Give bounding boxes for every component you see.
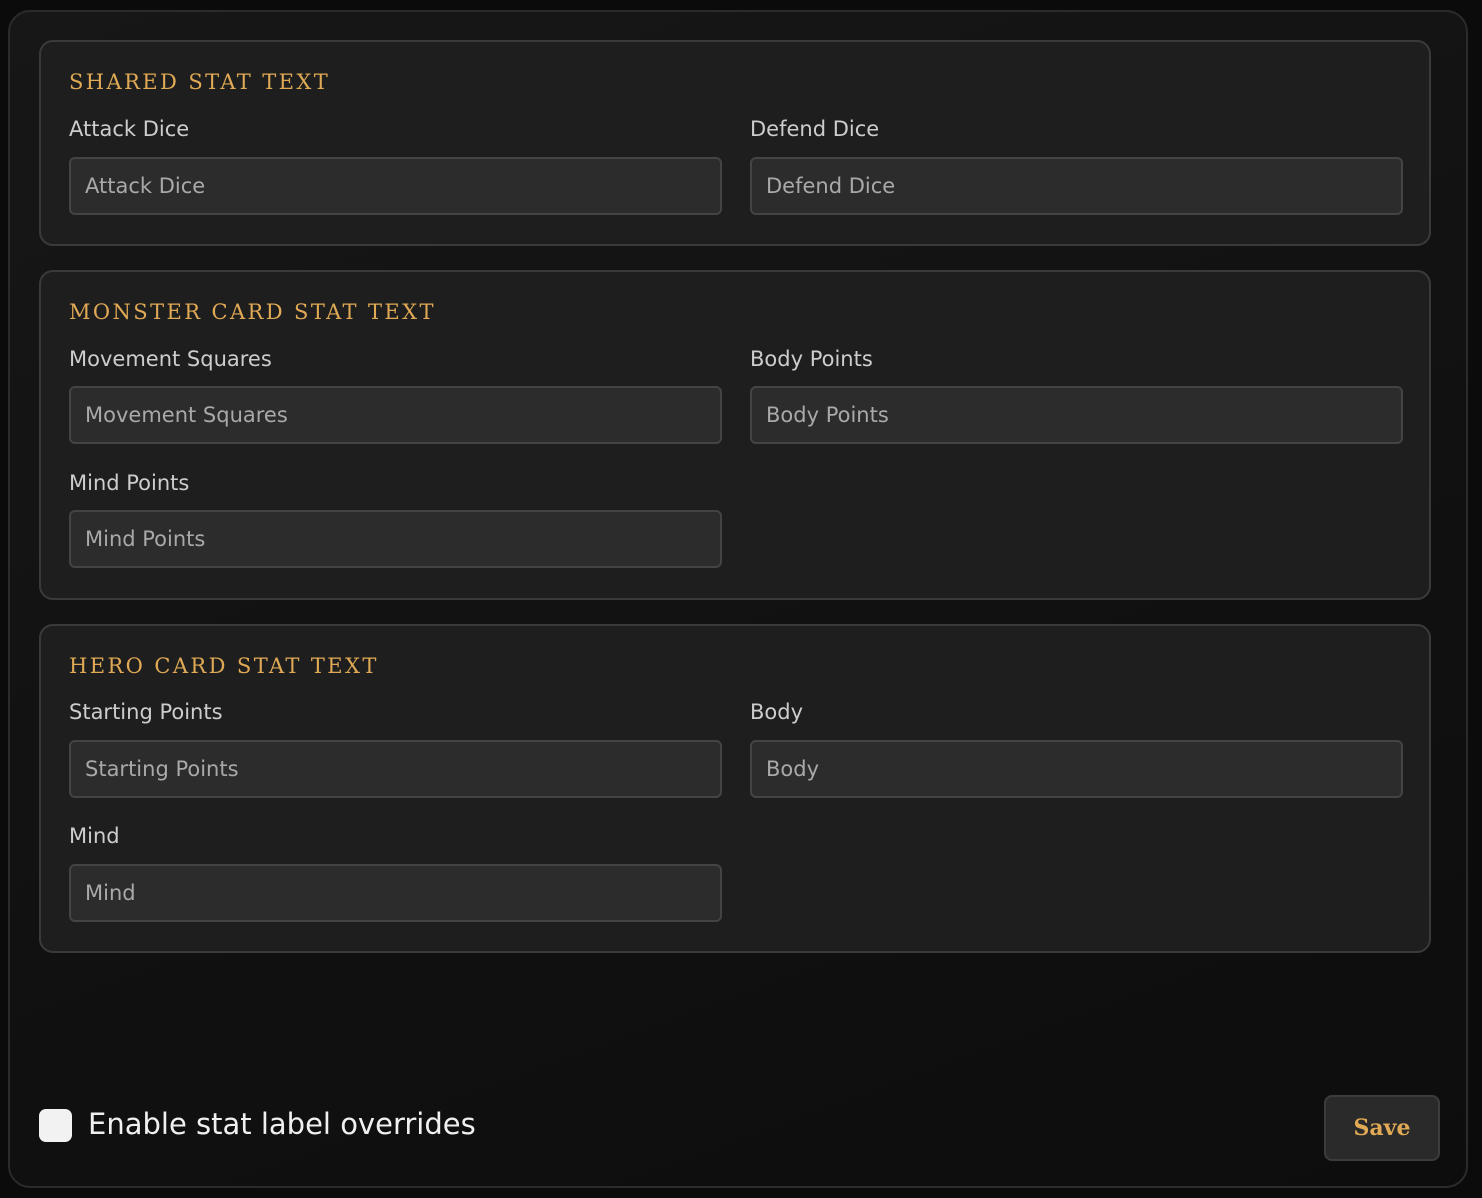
mind-label: Mind <box>69 824 120 848</box>
section-title-hero: HERO CARD STAT TEXT <box>69 654 379 678</box>
mind-points-input[interactable] <box>69 510 722 568</box>
body-points-input[interactable] <box>750 386 1403 444</box>
enable-overrides-checkbox[interactable] <box>39 1109 72 1142</box>
enable-overrides-label[interactable]: Enable stat label overrides <box>88 1107 476 1141</box>
movement-squares-label: Movement Squares <box>69 347 272 371</box>
mind-input[interactable] <box>69 864 722 922</box>
monster-card-stat-text-section: MONSTER CARD STAT TEXT Movement Squares … <box>39 270 1431 600</box>
movement-squares-input[interactable] <box>69 386 722 444</box>
shared-stat-text-section: SHARED STAT TEXT Attack Dice Defend Dice <box>39 40 1431 246</box>
starting-points-label: Starting Points <box>69 700 223 724</box>
starting-points-input[interactable] <box>69 740 722 798</box>
body-input[interactable] <box>750 740 1403 798</box>
attack-dice-label: Attack Dice <box>69 117 190 141</box>
save-button[interactable]: Save <box>1324 1095 1440 1161</box>
stat-text-dialog: SHARED STAT TEXT Attack Dice Defend Dice… <box>8 10 1468 1188</box>
hero-card-stat-text-section: HERO CARD STAT TEXT Starting Points Body… <box>39 624 1431 953</box>
body-label: Body <box>750 700 804 724</box>
body-points-label: Body Points <box>750 347 873 371</box>
defend-dice-label: Defend Dice <box>750 117 880 141</box>
section-title-shared: SHARED STAT TEXT <box>69 70 331 94</box>
defend-dice-input[interactable] <box>750 157 1403 215</box>
mind-points-label: Mind Points <box>69 471 190 495</box>
attack-dice-input[interactable] <box>69 157 722 215</box>
section-title-monster: MONSTER CARD STAT TEXT <box>69 300 436 324</box>
